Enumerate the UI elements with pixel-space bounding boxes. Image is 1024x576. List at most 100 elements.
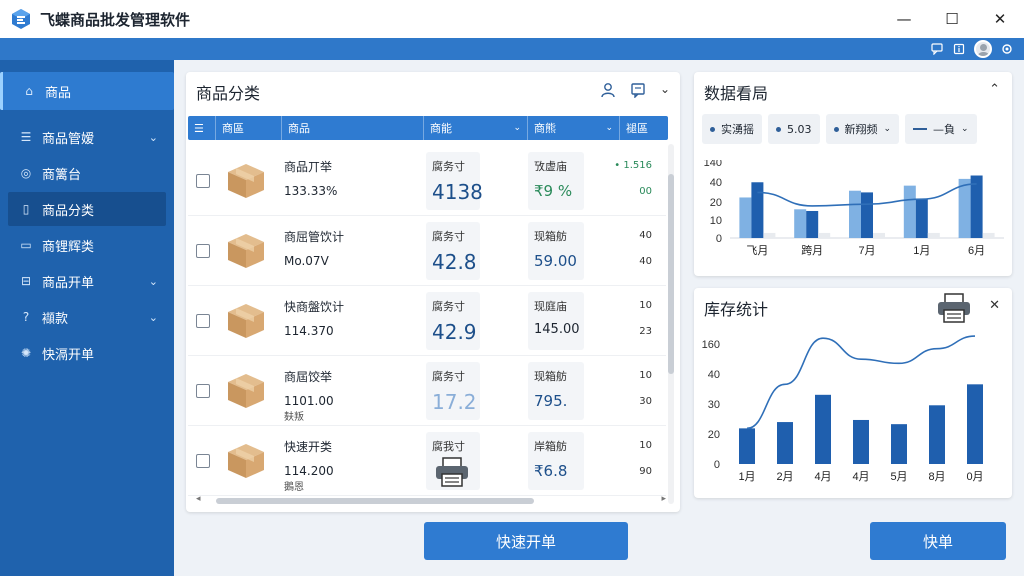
stock-card: 腐务寸 42.9 <box>426 292 480 350</box>
close-icon[interactable]: ✕ <box>989 298 1000 313</box>
user-icon[interactable] <box>600 82 616 102</box>
category-panel: 商品分类 ⌄ ☰ 商區 商品 商能 ⌄ 商熊 ⌄ 褪區 商品丌举 133.33% 腐务寸… <box>186 72 680 512</box>
sidebar-item-order[interactable]: ⊟ 商品开单 ⌄ <box>8 264 166 298</box>
y-tick-label: 140 <box>704 160 722 169</box>
row-checkbox[interactable] <box>196 244 210 258</box>
info-icon[interactable] <box>952 42 966 56</box>
product-sub: 麸叛 <box>284 412 304 423</box>
bar <box>929 405 945 464</box>
table-row[interactable]: 商品丌举 133.33% 腐务寸 4138 攷虚庙 ₹9 % • 1.516 00 <box>188 146 666 216</box>
column-header[interactable]: 商區 <box>216 116 282 140</box>
question-icon: ? <box>22 310 30 324</box>
product-value: 133.33% <box>284 184 338 198</box>
card-value: 145.00 <box>534 322 580 337</box>
filter-chip[interactable]: 实湧摇 <box>702 114 762 144</box>
filter-chip[interactable]: —負 ⌄ <box>905 114 977 144</box>
horizontal-scrollbar[interactable]: ◂ ▸ <box>196 494 666 506</box>
row-number: 90 <box>639 466 652 477</box>
x-tick-label: 4月 <box>814 471 831 483</box>
y-tick-label: 0 <box>716 233 722 245</box>
card-value: 59.00 <box>534 252 577 270</box>
sidebar-item-workbench[interactable]: ◎ 商篱台 <box>8 156 166 190</box>
product-value: 114.370 <box>284 324 334 338</box>
settings-icon[interactable] <box>1000 42 1014 56</box>
table-row[interactable]: 商屆饺举 1101.00 麸叛 腐务寸 17.2 现箱舫 795. 10 30 <box>188 356 666 426</box>
table-row[interactable]: 快速开类 114.200 鵝恩 腐我寸 岸箱舫 ₹6.8 10 90 <box>188 426 666 496</box>
y-tick-label: 20 <box>708 429 720 441</box>
sidebar-item-goods[interactable]: ⌂ 商品 <box>0 72 174 110</box>
sidebar-item-payment[interactable]: ? 襭款 ⌄ <box>8 300 166 334</box>
card-label: 现庭庙 <box>534 300 567 313</box>
filter-chip[interactable]: 新翔频 ⌄ <box>825 114 900 144</box>
app-logo-icon <box>12 9 30 29</box>
list-icon: ☰ <box>20 130 32 144</box>
x-tick-label: 5月 <box>890 471 907 483</box>
y-tick-label: 160 <box>702 339 720 351</box>
sidebar-item-label: 商品管嫒 <box>42 131 95 147</box>
order-button[interactable]: 快单 <box>870 522 1006 560</box>
card-value: 42.8 <box>432 250 477 274</box>
sidebar-item-category[interactable]: ▯ 商品分类 <box>8 192 166 226</box>
message-icon[interactable] <box>930 42 944 56</box>
bar <box>849 190 861 238</box>
quick-order-button[interactable]: 快速开单 <box>424 522 628 560</box>
sidebar-item-quick-order[interactable]: ✺ 快滆开单 <box>8 336 166 370</box>
sidebar-item-label: 襭款 <box>42 311 69 327</box>
menu-icon[interactable]: ☰ <box>188 116 216 140</box>
row-number: • 1.516 <box>614 160 652 171</box>
chevron-down-icon: ⌄ <box>148 274 158 288</box>
phone-icon: ▯ <box>22 202 30 216</box>
product-name: 商屈管饮计 <box>284 230 345 244</box>
column-header[interactable]: 商能 ⌄ <box>424 116 528 140</box>
column-header[interactable]: 商熊 ⌄ <box>528 116 620 140</box>
x-tick-label: 2月 <box>776 471 793 483</box>
bar <box>982 232 995 238</box>
stock-card: 腐务寸 4138 <box>426 152 483 210</box>
x-tick-label: 飞月 <box>746 245 768 257</box>
card-label: 腐我寸 <box>432 440 465 453</box>
printer-icon[interactable] <box>936 292 972 324</box>
bar <box>873 232 885 238</box>
row-checkbox[interactable] <box>196 314 210 328</box>
vertical-scrollbar[interactable] <box>668 144 674 504</box>
row-checkbox[interactable] <box>196 384 210 398</box>
maximize-button[interactable]: ☐ <box>928 0 976 38</box>
minimize-button[interactable]: — <box>880 0 928 38</box>
bar <box>794 209 807 238</box>
chevron-down-icon[interactable]: ⌄ <box>660 82 670 102</box>
chevron-up-icon[interactable]: ⌃ <box>989 82 1000 97</box>
user-avatar[interactable] <box>974 40 992 58</box>
sidebar-item-label: 商品分类 <box>42 203 95 219</box>
y-tick-label: 40 <box>710 177 722 189</box>
row-number: 40 <box>639 256 652 267</box>
table-row[interactable]: 快商盤饮计 114.370 腐务寸 42.9 现庭庙 145.00 10 23 <box>188 286 666 356</box>
y-tick-label: 10 <box>710 215 722 227</box>
bar <box>815 394 831 464</box>
table-row[interactable]: 商屈管饮计 Mo.07V 腐务寸 42.8 现箱舫 59.00 40 40 <box>188 216 666 286</box>
sidebar-item-label: 商篱台 <box>42 167 82 183</box>
dashboard-chart: 0 10 20 40 140 飞月 跨月 7月 1月 6月 <box>704 160 1004 257</box>
sidebar-item-goods-manage[interactable]: ☰ 商品管嫒 ⌄ <box>8 120 166 154</box>
card-value: 795. <box>534 392 568 410</box>
x-tick-label: 跨月 <box>801 244 823 257</box>
card-value: ₹6.8 <box>534 462 568 480</box>
row-checkbox[interactable] <box>196 454 210 468</box>
filter-chip[interactable]: 5.03 <box>768 114 820 144</box>
printer-icon[interactable] <box>434 456 470 488</box>
card-label: 腐务寸 <box>432 160 465 173</box>
row-number: 10 <box>639 370 652 381</box>
column-header[interactable]: 褪區 <box>620 116 668 140</box>
column-header[interactable]: 商品 <box>282 116 424 140</box>
gear-icon: ✺ <box>20 346 32 360</box>
row-checkbox[interactable] <box>196 174 210 188</box>
box-icon <box>224 160 268 200</box>
close-button[interactable]: ✕ <box>976 0 1024 38</box>
sidebar-item-type[interactable]: ▭ 商锂辉类 <box>8 228 166 262</box>
bar <box>777 422 793 464</box>
home-icon: ⌂ <box>25 84 33 98</box>
y-tick-label: 30 <box>708 399 720 411</box>
note-icon[interactable] <box>630 82 646 102</box>
stock-card: 腐务寸 42.8 <box>426 222 480 280</box>
chevron-down-icon: ⌄ <box>148 130 158 144</box>
card-icon: ▭ <box>20 238 32 252</box>
